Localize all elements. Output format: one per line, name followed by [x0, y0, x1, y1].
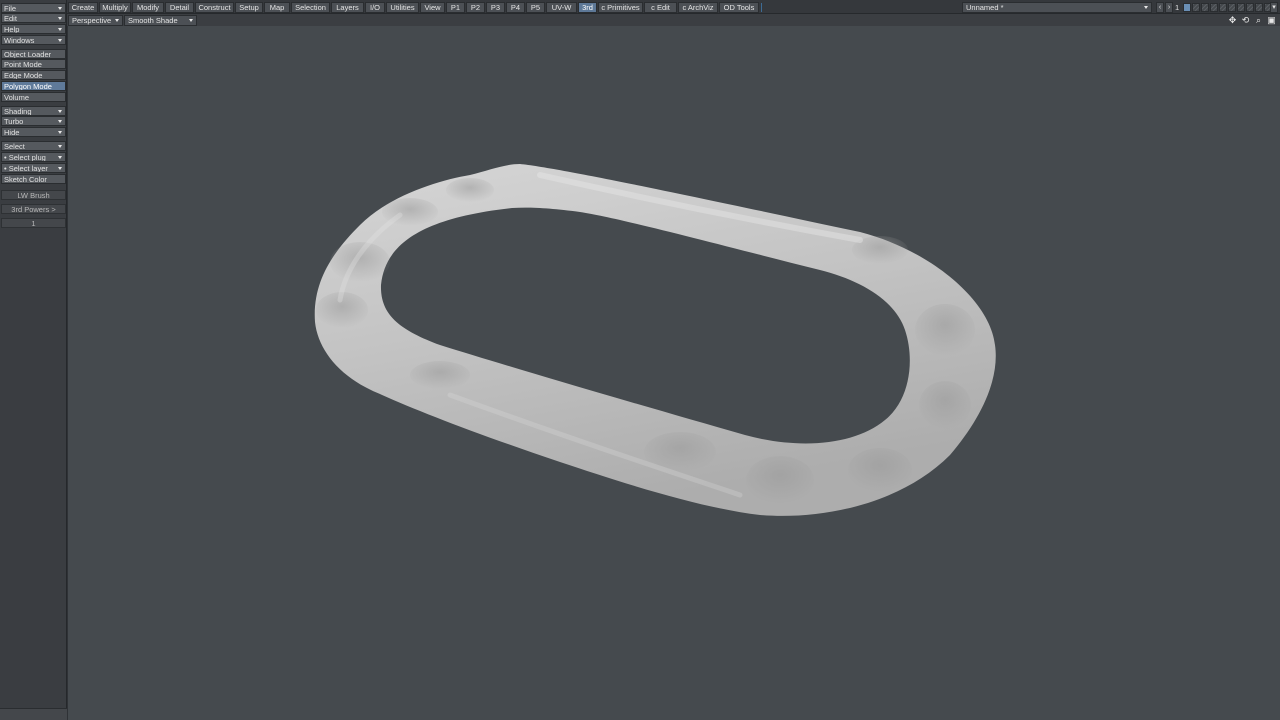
tab-bar: Create Multiply Modify Detail Construct … [67, 0, 1280, 14]
tab-map[interactable]: Map [264, 2, 290, 13]
tab-p4[interactable]: P4 [506, 2, 525, 13]
layer-4-toggle[interactable] [1210, 3, 1218, 12]
prev-layer-button[interactable]: ‹ [1156, 2, 1164, 13]
maximize-view-icon[interactable]: ▣ [1266, 15, 1277, 25]
tab-utilities[interactable]: Utilities [386, 2, 419, 13]
bump-shade [919, 381, 971, 429]
chevron-down-icon [1144, 6, 1148, 9]
tab-p3[interactable]: P3 [486, 2, 505, 13]
edge-mode-button[interactable]: Edge Mode [1, 70, 66, 80]
help-menu[interactable]: Help [1, 24, 66, 34]
lw-brush-button[interactable]: LW Brush [1, 190, 66, 200]
bump-shade [446, 178, 494, 202]
sidebar-footer [0, 708, 67, 720]
sculpted-ring-model [314, 164, 996, 516]
layer-6-toggle[interactable] [1228, 3, 1236, 12]
tab-c-primitives[interactable]: c Primitives [598, 2, 643, 13]
select-plug-dropdown[interactable]: • Select plug [1, 152, 66, 162]
tab-uv-w[interactable]: UV-W [546, 2, 577, 13]
shading-dropdown[interactable]: Shading [1, 106, 66, 116]
chevron-down-icon [189, 19, 193, 22]
bump-shade [746, 456, 814, 504]
chevron-down-icon [58, 120, 62, 123]
shading-mode-dropdown[interactable]: Smooth Shade [124, 15, 197, 26]
tab-selection[interactable]: Selection [291, 2, 330, 13]
hide-dropdown[interactable]: Hide [1, 127, 66, 137]
chevron-down-icon [58, 167, 62, 170]
layer-3-toggle[interactable] [1201, 3, 1209, 12]
move-view-icon[interactable]: ✥ [1227, 15, 1238, 25]
modeler-window: File Edit Help Windows Object Loader Poi… [0, 0, 1280, 720]
bump-shade [848, 448, 912, 492]
chevron-down-icon [58, 156, 62, 159]
volume-button[interactable]: Volume [1, 92, 66, 102]
file-menu[interactable]: File [1, 3, 66, 13]
select-dropdown[interactable]: Select [1, 141, 66, 151]
perspective-viewport[interactable] [68, 26, 1280, 720]
rotate-view-icon[interactable]: ⟲ [1240, 15, 1251, 25]
select-layer-dropdown[interactable]: • Select layer [1, 163, 66, 173]
layers-menu-button[interactable]: ▾ [1270, 2, 1278, 13]
extras-slot-button[interactable]: 1 [1, 218, 66, 228]
chevron-down-icon [115, 19, 119, 22]
polygon-mode-button[interactable]: Polygon Mode [1, 81, 66, 91]
tab-multiply[interactable]: Multiply [99, 2, 131, 13]
tab-construct[interactable]: Construct [195, 2, 234, 13]
windows-menu[interactable]: Windows [1, 35, 66, 45]
layer-5-toggle[interactable] [1219, 3, 1227, 12]
bump-shade [330, 242, 390, 282]
tab-p5[interactable]: P5 [526, 2, 545, 13]
tab-setup[interactable]: Setup [235, 2, 263, 13]
tab-create[interactable]: Create [68, 2, 98, 13]
tab-view[interactable]: View [420, 2, 445, 13]
tab-detail[interactable]: Detail [165, 2, 194, 13]
layer-2-toggle[interactable] [1192, 3, 1200, 12]
tab-c-edit[interactable]: c Edit [644, 2, 677, 13]
layer-9-toggle[interactable] [1255, 3, 1263, 12]
chevron-down-icon [58, 145, 62, 148]
edit-menu[interactable]: Edit [1, 13, 66, 23]
tab-c-archviz[interactable]: c ArchViz [678, 2, 718, 13]
object-name-dropdown[interactable]: Unnamed * [962, 2, 1152, 13]
zoom-view-icon[interactable]: ⌕ [1253, 15, 1264, 25]
tab-modify[interactable]: Modify [132, 2, 164, 13]
chevron-down-icon [58, 17, 62, 20]
chevron-down-icon [58, 28, 62, 31]
bump-shade [915, 304, 975, 356]
viewport-header: Perspective Smooth Shade ✥ ⟲ ⌕ ▣ [67, 14, 1280, 26]
tab-p2[interactable]: P2 [466, 2, 485, 13]
tab-end-marker [761, 3, 762, 12]
object-loader-button[interactable]: Object Loader [1, 49, 66, 59]
point-mode-button[interactable]: Point Mode [1, 59, 66, 69]
chevron-down-icon [58, 7, 62, 10]
view-type-dropdown[interactable]: Perspective [68, 15, 123, 26]
3rd-powers-button[interactable]: 3rd Powers > [1, 204, 66, 214]
next-layer-button[interactable]: › [1165, 2, 1173, 13]
turbo-dropdown[interactable]: Turbo [1, 116, 66, 126]
tab-3rd[interactable]: 3rd [578, 2, 597, 13]
layer-1-toggle[interactable] [1183, 3, 1191, 12]
chevron-down-icon [58, 110, 62, 113]
sketch-color-button[interactable]: Sketch Color [1, 174, 66, 184]
tab-io[interactable]: I/O [365, 2, 385, 13]
toolbar-sidebar: File Edit Help Windows Object Loader Poi… [0, 0, 67, 720]
tab-od-tools[interactable]: OD Tools [719, 2, 759, 13]
layer-8-toggle[interactable] [1246, 3, 1254, 12]
tab-layers[interactable]: Layers [331, 2, 364, 13]
layer-7-toggle[interactable] [1237, 3, 1245, 12]
current-layer-number: 1 [1175, 3, 1180, 12]
bump-shade [410, 361, 470, 389]
chevron-down-icon [58, 131, 62, 134]
chevron-down-icon [58, 39, 62, 42]
tab-p1[interactable]: P1 [446, 2, 465, 13]
